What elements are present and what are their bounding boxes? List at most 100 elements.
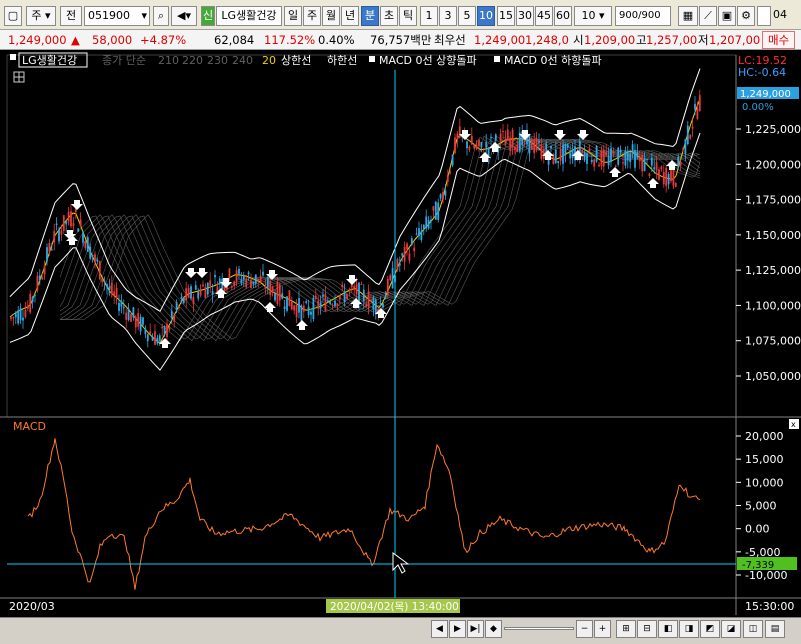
candle-body xyxy=(593,159,596,167)
candle-body xyxy=(466,141,468,149)
candle-body xyxy=(679,161,682,166)
stock-name: LG생활건강 xyxy=(216,6,282,26)
interval-button-1[interactable]: 1 xyxy=(420,6,438,26)
buy-button[interactable]: 매수 xyxy=(762,31,796,49)
price-chart[interactable]: 1,225,000 1,200,000 1,175,000 1,150,000 1,12… xyxy=(0,50,801,620)
scroll-right-icon[interactable]: ▶ xyxy=(449,620,466,638)
candle-body xyxy=(50,249,53,251)
sell-signal-arrow-icon xyxy=(577,130,589,140)
candle-body xyxy=(96,259,99,262)
bollinger-lower-line xyxy=(9,132,701,371)
candle-body xyxy=(566,144,569,148)
sound-icon[interactable]: ◀▾ xyxy=(171,6,197,26)
candle-body xyxy=(62,215,65,231)
candle-body xyxy=(324,294,327,312)
legend-ma-210: 210 xyxy=(158,54,179,67)
interval-button-10[interactable]: 10 xyxy=(477,6,495,26)
scroll-left-icon[interactable]: ◀ xyxy=(431,620,448,638)
open-label: 시 xyxy=(573,33,584,47)
candle-body xyxy=(192,296,195,304)
stock-code-input[interactable]: 051900 ▾ xyxy=(84,6,150,26)
chart-area[interactable]: 1,225,000 1,200,000 1,175,000 1,150,000 1,12… xyxy=(0,50,801,620)
candle-body xyxy=(238,268,240,274)
tab-5[interactable]: 초 xyxy=(380,6,398,26)
macd-tick-label: 10,000 xyxy=(745,476,784,489)
tab-3[interactable]: 년 xyxy=(341,6,359,26)
window-icon[interactable]: ▢ xyxy=(4,6,22,26)
option-checkbox[interactable] xyxy=(757,6,771,26)
tool-8-icon[interactable]: ▤ xyxy=(765,620,785,638)
candle-body xyxy=(672,169,675,186)
candle-body xyxy=(286,296,288,311)
save-icon[interactable]: ▣ xyxy=(718,6,736,26)
tool-1-icon[interactable]: ⊞ xyxy=(616,620,636,638)
candle-body xyxy=(581,150,584,154)
tool-5-icon[interactable]: ◩ xyxy=(700,620,720,638)
count-input[interactable]: 900/900 xyxy=(615,6,671,26)
candle-body xyxy=(554,149,557,163)
candle-body xyxy=(84,241,87,248)
zoom-in-icon[interactable]: + xyxy=(594,620,611,638)
sell-signal-arrow-icon xyxy=(554,130,566,140)
best-bid: 1,248,0 xyxy=(525,33,569,47)
candle-body xyxy=(602,149,605,167)
interval-button-45[interactable]: 45 xyxy=(535,6,553,26)
candle-body xyxy=(329,301,332,304)
interval-button-5[interactable]: 5 xyxy=(458,6,476,26)
candle-body xyxy=(175,302,178,311)
tab-6[interactable]: 틱 xyxy=(399,6,417,26)
candle-body xyxy=(422,224,425,229)
candle-body xyxy=(194,285,197,290)
settings-icon[interactable]: ⚙ xyxy=(737,6,755,26)
candle-body xyxy=(516,144,519,153)
candle-body xyxy=(420,231,423,241)
candle-body xyxy=(379,302,382,304)
buy-signal-arrow-icon xyxy=(609,167,621,177)
zoom-out-icon[interactable]: − xyxy=(576,620,593,638)
candle-body xyxy=(139,316,142,332)
tab-0[interactable]: 일 xyxy=(284,6,302,26)
tab-2[interactable]: 월 xyxy=(322,6,340,26)
candle-body xyxy=(341,284,344,288)
tool-2-icon[interactable]: ⊟ xyxy=(637,620,657,638)
zoom-slider[interactable] xyxy=(504,627,574,630)
candle-body xyxy=(110,282,113,295)
interval-button-30[interactable]: 30 xyxy=(516,6,534,26)
candle-body xyxy=(494,134,497,141)
interval-button-60[interactable]: 60 xyxy=(554,6,572,26)
tool-3-icon[interactable]: ◧ xyxy=(658,620,678,638)
candle-body xyxy=(648,173,651,176)
candle-body xyxy=(274,293,276,301)
chart-navigation-bar: ◀ ▶ ▶| ◆ − + ⊞ ⊟ ◧ ◨ ◩ ◪ ◫ ▤ xyxy=(0,617,801,644)
interval-select[interactable]: 10 ▾ xyxy=(574,6,612,26)
candle-body xyxy=(29,293,32,313)
candle-body xyxy=(509,138,512,151)
current-price: 1,249,000 xyxy=(8,33,67,47)
candle-body xyxy=(348,289,351,291)
grid-icon[interactable]: ▦ xyxy=(678,6,698,26)
line-tool-icon[interactable]: ⟋ xyxy=(699,6,717,26)
candle-body xyxy=(470,135,473,145)
tab-4[interactable]: 분 xyxy=(361,6,379,26)
interval-button-3[interactable]: 3 xyxy=(439,6,457,26)
candle-body xyxy=(473,145,476,149)
chart-legend: LG생활건강 종가 단순 210 220 230 240 20 상한선 하한선 … xyxy=(10,52,602,83)
candle-body xyxy=(535,138,538,151)
candle-body xyxy=(427,219,430,229)
candle-body xyxy=(48,243,51,253)
tool-6-icon[interactable]: ◪ xyxy=(721,620,741,638)
period-select[interactable]: 주 ▾ xyxy=(26,6,56,26)
search-icon[interactable]: ⌕ xyxy=(153,6,169,26)
tab-1[interactable]: 주 xyxy=(303,6,321,26)
tool-4-icon[interactable]: ◨ xyxy=(679,620,699,638)
candle-body xyxy=(458,126,461,138)
candle-body xyxy=(362,289,365,302)
candle-body xyxy=(612,151,615,154)
range-select[interactable]: 전 xyxy=(60,6,82,26)
interval-button-15[interactable]: 15 xyxy=(497,6,515,26)
tool-7-icon[interactable]: ◫ xyxy=(743,620,763,638)
scroll-reset-icon[interactable]: ◆ xyxy=(485,620,502,638)
candle-body xyxy=(264,286,267,289)
candle-body xyxy=(43,266,46,275)
scroll-end-icon[interactable]: ▶| xyxy=(467,620,484,638)
